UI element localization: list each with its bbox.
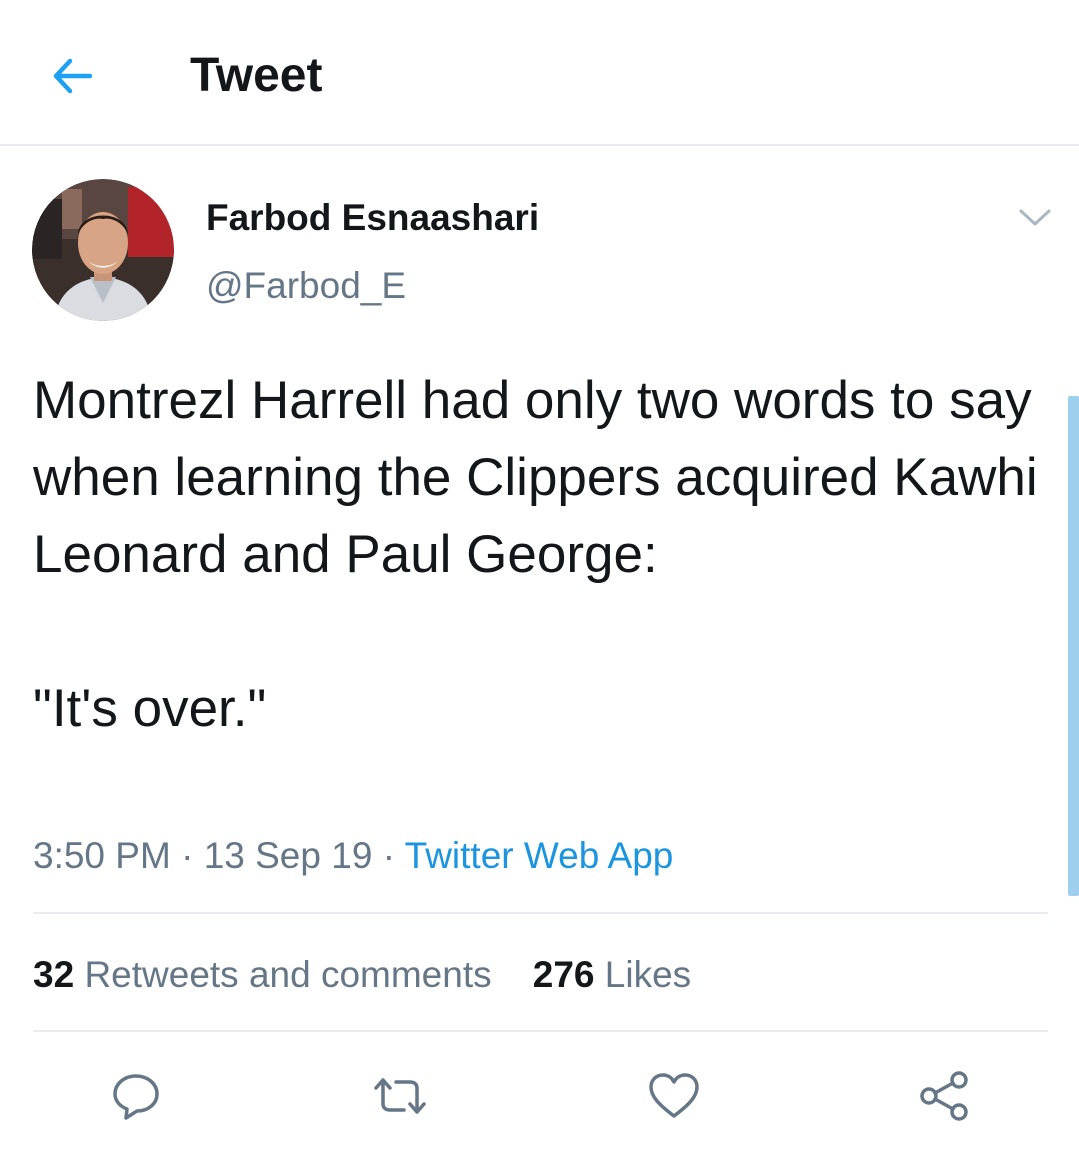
retweets-count: 32 [33, 954, 75, 995]
more-options-button[interactable] [1012, 198, 1058, 238]
scrollbar-thumb[interactable] [1068, 396, 1079, 896]
tweet-source-link[interactable]: Twitter Web App [405, 835, 674, 876]
likes-stat[interactable]: 276 Likes [533, 954, 691, 995]
likes-label: Likes [604, 954, 692, 995]
likes-count: 276 [532, 954, 595, 995]
divider [33, 1030, 1048, 1032]
avatar[interactable] [32, 179, 174, 321]
retweets-label: Retweets and comments [84, 954, 492, 995]
tweet-text: Montrezl Harrell had only two words to s… [33, 371, 1038, 738]
top-app-bar: Tweet [0, 0, 1079, 146]
share-icon [920, 1071, 968, 1121]
tweet-stats: 32 Retweets and comments 276 Likes [33, 952, 691, 998]
tweet-time: 3:50 PM [33, 835, 171, 876]
tweet-meta: 3:50 PM · 13 Sep 19 · Twitter Web App [33, 833, 673, 879]
author-name[interactable]: Farbod Esnaashari [206, 196, 539, 240]
reply-icon [113, 1074, 159, 1120]
heart-icon [649, 1073, 699, 1118]
profile-photo-icon [32, 179, 174, 321]
reply-button[interactable] [106, 1066, 166, 1126]
share-button[interactable] [914, 1066, 974, 1126]
retweets-stat[interactable]: 32 Retweets and comments [33, 954, 492, 995]
back-button[interactable] [44, 48, 100, 104]
author-handle[interactable]: @Farbod_E [206, 264, 406, 308]
meta-separator: · [181, 835, 194, 876]
like-button[interactable] [644, 1066, 704, 1126]
meta-separator: · [382, 835, 396, 876]
retweet-button[interactable] [370, 1066, 430, 1126]
divider [33, 912, 1048, 914]
arrow-left-icon [53, 58, 93, 94]
chevron-down-icon [1019, 209, 1051, 226]
retweet-icon [374, 1078, 426, 1114]
tweet-date: 13 Sep 19 [203, 835, 373, 876]
page-title: Tweet [190, 49, 323, 102]
